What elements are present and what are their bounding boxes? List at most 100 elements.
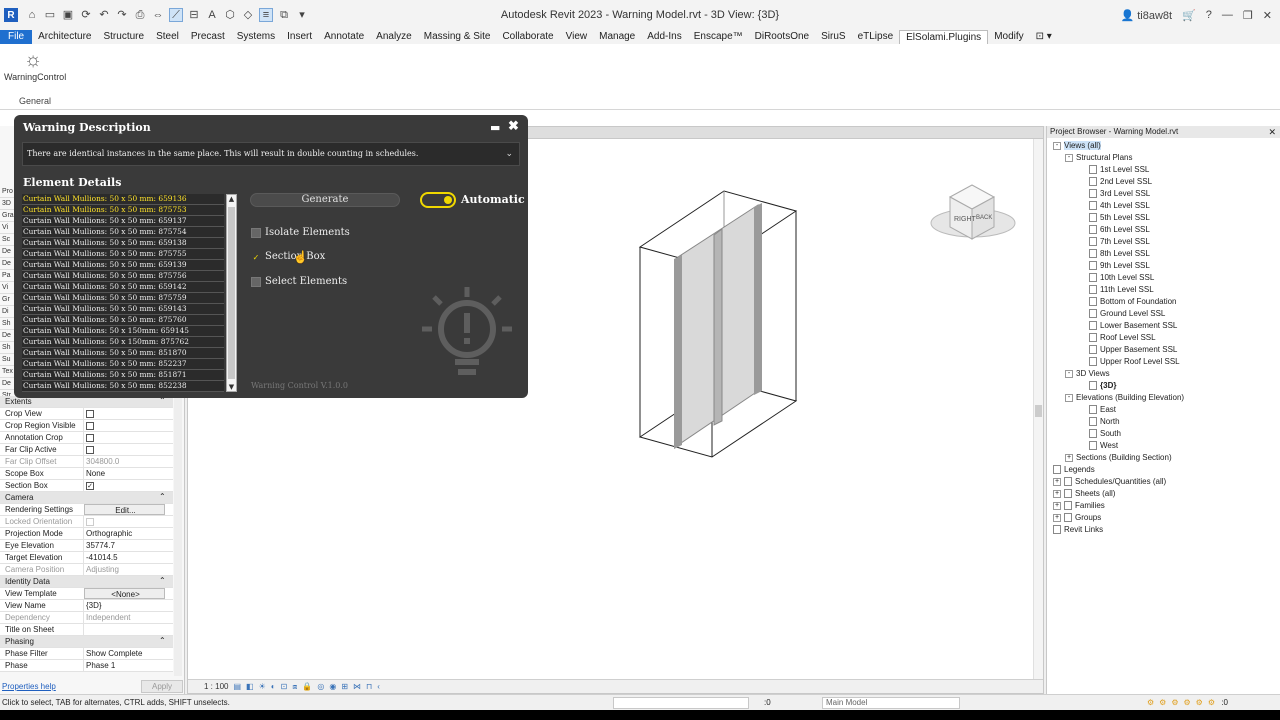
tab-sirus[interactable]: SiruS bbox=[815, 30, 851, 44]
element-list-scroll-thumb[interactable] bbox=[228, 207, 235, 379]
view-scale[interactable]: 1 : 100 bbox=[204, 682, 228, 691]
property-value[interactable]: Phase 1 bbox=[83, 660, 173, 671]
element-list-item[interactable]: Curtain Wall Mullions: 50 x 50 mm: 85223… bbox=[22, 381, 224, 392]
redo-icon[interactable]: ↷ bbox=[116, 9, 128, 21]
close-hidden-icon[interactable]: ⧉ bbox=[278, 9, 290, 21]
element-list-item[interactable]: Curtain Wall Mullions: 50 x 50 mm: 87575… bbox=[22, 249, 224, 260]
browser-node[interactable]: - Structural Plans bbox=[1047, 152, 1280, 164]
text-icon[interactable]: A bbox=[206, 9, 218, 21]
property-value[interactable] bbox=[83, 444, 173, 455]
warning-description-select[interactable]: There are identical instances in the sam… bbox=[22, 142, 520, 166]
automatic-toggle[interactable] bbox=[420, 192, 456, 208]
properties-scrollbar[interactable] bbox=[174, 396, 182, 676]
sun-path-icon[interactable]: ☀ bbox=[259, 682, 266, 691]
analytical-model-icon[interactable]: ⋈ bbox=[353, 682, 361, 691]
minimize-icon[interactable]: ▬ bbox=[490, 121, 500, 134]
property-value[interactable]: Orthographic bbox=[83, 528, 173, 539]
revit-logo-icon[interactable]: R bbox=[4, 8, 18, 22]
property-checkbox[interactable]: ✓ bbox=[86, 482, 94, 490]
property-edit-button[interactable]: Edit... bbox=[84, 504, 165, 515]
cart-icon[interactable]: 🛒 bbox=[1182, 9, 1196, 22]
collapse-icon[interactable]: - bbox=[1053, 141, 1061, 150]
expand-icon[interactable]: + bbox=[1053, 477, 1061, 486]
expand-icon[interactable]: + bbox=[1065, 453, 1073, 462]
customize-qat-icon[interactable]: ▾ bbox=[296, 9, 308, 21]
close-window-icon[interactable]: ✕ bbox=[1263, 9, 1272, 22]
tab-steel[interactable]: Steel bbox=[150, 30, 185, 44]
property-checkbox[interactable] bbox=[86, 434, 94, 442]
browser-node[interactable]: 1st Level SSL bbox=[1047, 164, 1280, 176]
expand-icon[interactable]: + bbox=[1053, 501, 1061, 510]
properties-help-link[interactable]: Properties help bbox=[2, 682, 56, 691]
browser-node[interactable]: 2nd Level SSL bbox=[1047, 176, 1280, 188]
browser-node[interactable]: 8th Level SSL bbox=[1047, 248, 1280, 260]
property-checkbox[interactable] bbox=[86, 446, 94, 454]
element-list-item[interactable]: Curtain Wall Mullions: 50 x 50 mm: 65913… bbox=[22, 216, 224, 227]
browser-node[interactable]: - Elevations (Building Elevation) bbox=[1047, 392, 1280, 404]
collapse-icon[interactable]: ⌃ bbox=[159, 492, 173, 503]
browser-node[interactable]: + Sheets (all) bbox=[1047, 488, 1280, 500]
property-section[interactable]: Identity Data ⌃ bbox=[0, 576, 173, 588]
tab-view[interactable]: View bbox=[560, 30, 594, 44]
help-icon[interactable]: ? bbox=[1206, 9, 1212, 22]
tab-systems[interactable]: Systems bbox=[231, 30, 281, 44]
tab-architecture[interactable]: Architecture bbox=[32, 30, 97, 44]
browser-node[interactable]: 4th Level SSL bbox=[1047, 200, 1280, 212]
element-list-item[interactable]: Curtain Wall Mullions: 50 x 50 mm: 65913… bbox=[22, 194, 224, 205]
sync-icon[interactable]: ⟳ bbox=[80, 9, 92, 21]
property-value[interactable]: Independent bbox=[83, 612, 173, 623]
scroll-down-icon[interactable]: ▼ bbox=[227, 383, 236, 391]
tag-icon[interactable]: ⊟ bbox=[188, 9, 200, 21]
property-edit-button[interactable]: <None> bbox=[84, 588, 165, 599]
filter-count[interactable]: :0 bbox=[1221, 695, 1228, 711]
scroll-left-icon[interactable]: ‹ bbox=[377, 682, 380, 691]
browser-node[interactable]: - Views (all) bbox=[1047, 140, 1280, 152]
section-icon[interactable]: ◇ bbox=[242, 9, 254, 21]
browser-node[interactable]: -3D Views bbox=[1047, 368, 1280, 380]
scroll-up-icon[interactable]: ▲ bbox=[227, 195, 236, 203]
property-value[interactable]: 304800.0 bbox=[83, 456, 173, 467]
temporary-hide-icon[interactable]: ◎ bbox=[317, 682, 324, 691]
close-icon[interactable]: ✖ bbox=[508, 119, 519, 134]
collapse-icon[interactable]: - bbox=[1065, 153, 1073, 162]
element-list-item[interactable]: Curtain Wall Mullions: 50 x 150mm: 87576… bbox=[22, 337, 224, 348]
property-section[interactable]: Camera ⌃ bbox=[0, 492, 173, 504]
browser-node[interactable]: 11th Level SSL bbox=[1047, 284, 1280, 296]
browser-node[interactable]: Revit Links bbox=[1047, 524, 1280, 536]
browser-node[interactable]: East bbox=[1047, 404, 1280, 416]
element-list-item[interactable]: Curtain Wall Mullions: 50 x 50 mm: 87576… bbox=[22, 315, 224, 326]
generate-button[interactable]: Generate bbox=[250, 193, 400, 207]
tab-precast[interactable]: Precast bbox=[185, 30, 231, 44]
tab-structure[interactable]: Structure bbox=[97, 30, 150, 44]
tab-annotate[interactable]: Annotate bbox=[318, 30, 370, 44]
browser-node[interactable]: {3D} bbox=[1047, 380, 1280, 392]
expand-icon[interactable]: + bbox=[1053, 489, 1061, 498]
aligned-dimension-icon[interactable]: ⟋ bbox=[169, 8, 183, 22]
browser-node[interactable]: + Schedules/Quantities (all) bbox=[1047, 476, 1280, 488]
shadows-icon[interactable]: ◐ bbox=[271, 682, 276, 691]
viewport-scroll-thumb[interactable] bbox=[1035, 405, 1042, 417]
crop-view-icon[interactable]: ⊡ bbox=[281, 682, 288, 691]
option-select-elements[interactable]: Select Elements bbox=[251, 276, 347, 287]
reveal-hidden-icon[interactable]: ◉ bbox=[329, 682, 336, 691]
apply-button[interactable]: Apply bbox=[140, 679, 183, 693]
element-details-list[interactable]: Curtain Wall Mullions: 50 x 50 mm: 65913… bbox=[22, 194, 224, 392]
property-value[interactable] bbox=[83, 516, 173, 527]
show-crop-icon[interactable]: ⧈ bbox=[292, 682, 297, 692]
browser-node[interactable]: 9th Level SSL bbox=[1047, 260, 1280, 272]
property-section[interactable]: Phasing ⌃ bbox=[0, 636, 173, 648]
option-checkbox[interactable] bbox=[251, 276, 261, 287]
tab-etlipse[interactable]: eTLipse bbox=[852, 30, 900, 44]
property-value[interactable] bbox=[83, 432, 173, 443]
element-list-item[interactable]: Curtain Wall Mullions: 50 x 50 mm: 87575… bbox=[22, 227, 224, 238]
user-account[interactable]: 👤 ti8aw8t bbox=[1120, 9, 1172, 22]
curtain-wall[interactable] bbox=[674, 203, 762, 449]
collapse-icon[interactable]: ⌃ bbox=[159, 576, 173, 587]
option-isolate-elements[interactable]: Isolate Elements bbox=[251, 227, 350, 238]
element-list-item[interactable]: Curtain Wall Mullions: 50 x 50 mm: 65914… bbox=[22, 282, 224, 293]
home-icon[interactable]: ⌂ bbox=[26, 9, 38, 21]
selection-filter-icons[interactable]: ⚙⚙⚙⚙⚙⚙ bbox=[1147, 695, 1220, 711]
browser-node[interactable]: Bottom of Foundation bbox=[1047, 296, 1280, 308]
element-list-item[interactable]: Curtain Wall Mullions: 50 x 50 mm: 87575… bbox=[22, 293, 224, 304]
element-list-item[interactable]: Curtain Wall Mullions: 50 x 50 mm: 65913… bbox=[22, 260, 224, 271]
